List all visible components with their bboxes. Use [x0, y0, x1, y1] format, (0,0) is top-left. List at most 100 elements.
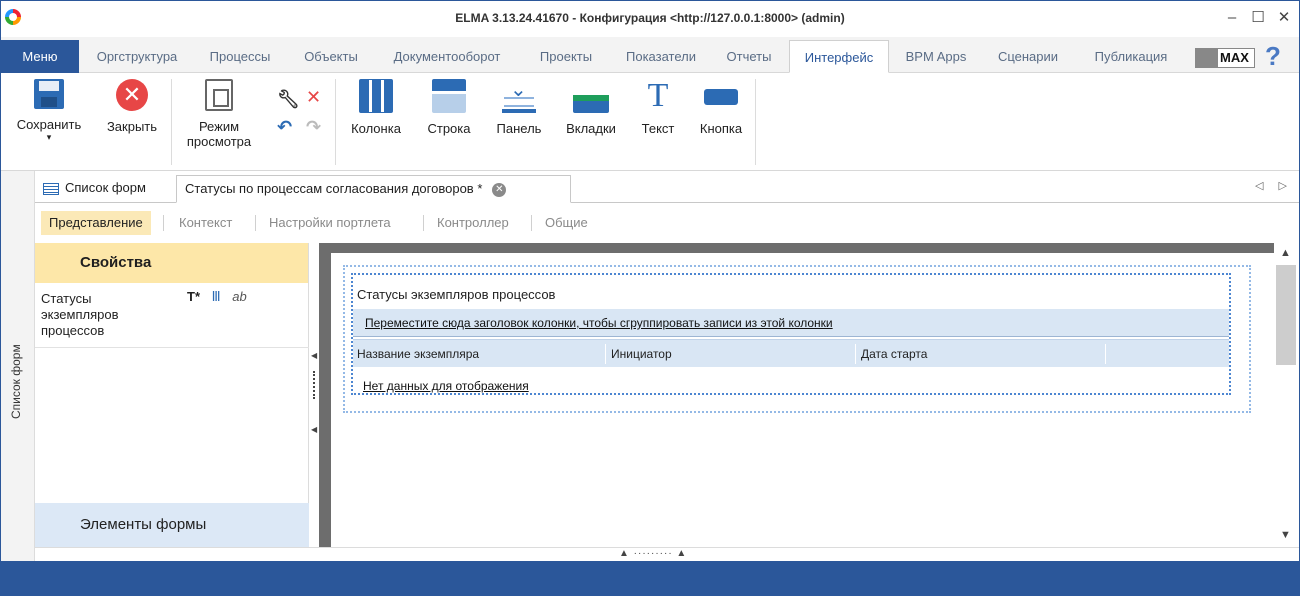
subtab-separator	[531, 215, 532, 231]
tab-form-list-label: Список форм	[65, 180, 146, 195]
tab-interface[interactable]: Интерфейс	[789, 40, 889, 73]
text-label: Текст	[641, 121, 675, 136]
collapse-left-arrow-icon[interactable]: ◀	[311, 425, 317, 434]
grid-header-row: Название экземпляра Инициатор Дата старт…	[353, 339, 1229, 367]
subtab-representation[interactable]: Представление	[41, 211, 151, 235]
maximize-button[interactable]: ☐	[1247, 7, 1269, 29]
column-separator[interactable]	[855, 344, 856, 364]
tab-bpm-apps[interactable]: BPM Apps	[893, 40, 979, 73]
view-mode-label-line1: Режим	[198, 119, 240, 134]
tab-current-form[interactable]: Статусы по процессам согласования догово…	[176, 175, 571, 203]
subtab-context[interactable]: Контекст	[171, 211, 240, 235]
column-separator[interactable]	[605, 344, 606, 364]
text-icon: T	[647, 77, 669, 114]
status-bar	[1, 561, 1299, 595]
subtab-general[interactable]: Общие	[537, 211, 596, 235]
save-dropdown-icon[interactable]: ▾	[9, 132, 89, 142]
button-label: Кнопка	[699, 121, 743, 136]
form-container[interactable]: Статусы экземпляров процессов Переместит…	[343, 265, 1251, 413]
row-icon	[432, 79, 466, 113]
form-list-icon	[43, 182, 59, 195]
group-by-hint: Переместите сюда заголовок колонки, чтоб…	[365, 316, 833, 330]
columns-icon[interactable]: Ⅲ	[212, 289, 221, 304]
ribbon-separator	[335, 79, 336, 165]
minimize-button[interactable]: –	[1221, 7, 1243, 29]
text-style-icon[interactable]: T*	[187, 289, 200, 304]
design-canvas[interactable]: Статусы экземпляров процессов Переместит…	[331, 253, 1274, 547]
properties-wrench-icon[interactable]: 🔧︎	[277, 89, 300, 110]
save-label: Сохранить	[16, 117, 82, 132]
group-by-area[interactable]: Переместите сюда заголовок колонки, чтоб…	[353, 309, 1229, 337]
tab-reports[interactable]: Отчеты	[713, 40, 785, 73]
close-button[interactable]: ✕ Закрыть	[97, 79, 167, 134]
tab-scenarios[interactable]: Сценарии	[983, 40, 1073, 73]
vertical-splitter[interactable]: ◀ ◀	[309, 243, 319, 547]
close-window-button[interactable]: ✕	[1273, 7, 1295, 29]
save-button[interactable]: Сохранить ▾	[9, 79, 89, 142]
tab-objects[interactable]: Объекты	[291, 40, 371, 73]
add-panel-button[interactable]: Панель	[489, 77, 549, 136]
help-icon[interactable]: ?	[1265, 41, 1281, 72]
properties-header: Свойства	[35, 243, 308, 283]
property-item-label[interactable]: Статусы экземпляров процессов	[41, 291, 171, 339]
splitter-grip-icon[interactable]	[313, 371, 315, 399]
ribbon-toolbar: Сохранить ▾ ✕ Закрыть Режим просмотра 🔧︎…	[1, 73, 1299, 171]
add-text-button[interactable]: T Текст	[635, 77, 681, 137]
max-badge[interactable]: MAX	[1195, 48, 1255, 68]
horizontal-splitter[interactable]: ▲ ········· ▲	[35, 547, 1299, 561]
column-header-initiator[interactable]: Инициатор	[611, 347, 672, 361]
subtab-portlet-settings[interactable]: Настройки портлета	[261, 211, 399, 235]
form-list-side-label[interactable]: Список форм	[9, 344, 23, 419]
title-bar: ELMA 3.13.24.41670 - Конфигурация <http:…	[1, 1, 1299, 37]
tab-publication[interactable]: Публикация	[1077, 40, 1185, 73]
save-icon	[34, 79, 64, 109]
tab-projects[interactable]: Проекты	[523, 40, 609, 73]
ribbon-separator	[171, 79, 172, 165]
subtab-controller[interactable]: Контроллер	[429, 211, 517, 235]
view-mode-button[interactable]: Режим просмотра	[179, 79, 259, 149]
subtab-separator	[255, 215, 256, 231]
column-header-instance-name[interactable]: Название экземпляра	[357, 347, 479, 361]
tabs-icon	[573, 79, 609, 113]
properties-panel: Свойства Статусы экземпляров процессов T…	[35, 243, 309, 547]
panel-label: Панель	[496, 121, 542, 136]
form-elements-panel[interactable]: Элементы формы	[35, 503, 309, 547]
add-button-button[interactable]: Кнопка	[693, 79, 749, 136]
column-header-start-date[interactable]: Дата старта	[861, 347, 927, 361]
property-divider	[35, 347, 309, 348]
delete-icon[interactable]: ✕	[306, 87, 321, 108]
close-tab-icon[interactable]: ✕	[492, 182, 507, 197]
tabs-label: Вкладки	[566, 121, 616, 136]
scroll-up-icon[interactable]: ▲	[1280, 247, 1291, 259]
subtab-separator	[163, 215, 164, 231]
tab-orgstructure[interactable]: Оргструктура	[85, 40, 189, 73]
process-status-grid[interactable]: Статусы экземпляров процессов Переместит…	[351, 273, 1231, 395]
collapse-left-arrow-icon[interactable]: ◀	[311, 351, 317, 360]
tab-current-form-label: Статусы по процессам согласования догово…	[185, 181, 483, 196]
redo-icon[interactable]: ↷	[306, 117, 321, 138]
splitter-grip-icon[interactable]: ▲ ········· ▲	[619, 548, 687, 559]
subtab-separator	[423, 215, 424, 231]
empty-grid-message: Нет данных для отображения	[363, 379, 529, 393]
document-tabs: Список форм Статусы по процессам согласо…	[35, 171, 1299, 203]
scroll-down-icon[interactable]: ▼	[1280, 529, 1291, 541]
tab-form-list[interactable]: Список форм	[35, 175, 175, 203]
panel-icon	[502, 77, 536, 113]
tab-document-flow[interactable]: Документооборот	[377, 40, 517, 73]
add-tabs-button[interactable]: Вкладки	[559, 79, 623, 136]
tab-scroll-arrows[interactable]: ◁ ▷	[1255, 179, 1293, 192]
tab-indicators[interactable]: Показатели	[613, 40, 709, 73]
undo-icon[interactable]: ↶	[277, 117, 292, 138]
tab-processes[interactable]: Процессы	[195, 40, 285, 73]
add-row-button[interactable]: Строка	[421, 79, 477, 136]
button-icon	[704, 89, 738, 105]
vertical-scrollbar[interactable]: ▲ ▼	[1274, 243, 1299, 547]
ab-text-icon[interactable]: ab	[232, 289, 246, 304]
column-separator[interactable]	[1105, 344, 1106, 364]
scrollbar-thumb[interactable]	[1276, 265, 1296, 365]
form-subtabs: Представление Контекст Настройки портлет…	[35, 203, 1299, 241]
app-window: ELMA 3.13.24.41670 - Конфигурация <http:…	[0, 0, 1300, 596]
menu-button[interactable]: Меню	[1, 40, 79, 73]
form-list-side-strip[interactable]: Список форм	[1, 171, 35, 561]
add-column-button[interactable]: Колонка	[343, 79, 409, 136]
